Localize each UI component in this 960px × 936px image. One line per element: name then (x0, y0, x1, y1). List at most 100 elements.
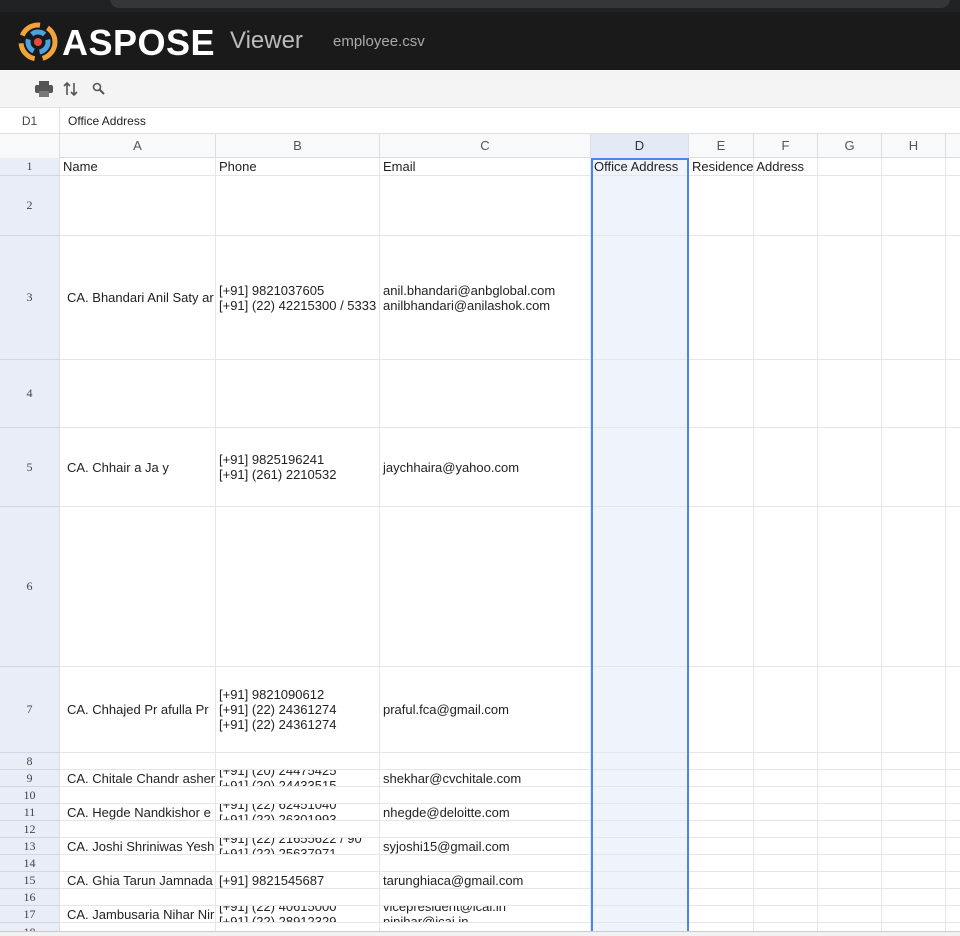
sort-icon[interactable] (60, 78, 82, 100)
cell-d3[interactable] (591, 236, 689, 360)
cell-b4[interactable] (216, 360, 380, 428)
cell-g7[interactable] (818, 667, 882, 753)
cell-b8[interactable] (216, 753, 380, 770)
cell-e11[interactable] (689, 804, 754, 821)
search-icon[interactable] (88, 78, 110, 100)
cell-b10[interactable] (216, 787, 380, 804)
cell-d1[interactable]: Office Address (591, 158, 689, 176)
cell-d15[interactable] (591, 872, 689, 889)
cell-g14[interactable] (818, 855, 882, 872)
column-header-f[interactable]: F (754, 134, 818, 158)
cell-f12[interactable] (754, 821, 818, 838)
cell-i8[interactable] (946, 753, 960, 770)
cell-g4[interactable] (818, 360, 882, 428)
cell-h1[interactable] (882, 158, 946, 176)
cell-d8[interactable] (591, 753, 689, 770)
cell-h15[interactable] (882, 872, 946, 889)
cell-g18[interactable] (818, 923, 882, 931)
row-header-15[interactable]: 15 (0, 872, 60, 889)
cell-f15[interactable] (754, 872, 818, 889)
cell-d9[interactable] (591, 770, 689, 787)
cell-d10[interactable] (591, 787, 689, 804)
cell-a9[interactable]: CA. Chitale Chandr asher (60, 770, 216, 787)
spreadsheet-grid[interactable]: A B C D E F G H 1 Name Phone Email Office Ad… (0, 134, 960, 931)
cell-f14[interactable] (754, 855, 818, 872)
column-header-g[interactable]: G (818, 134, 882, 158)
column-header-c[interactable]: C (380, 134, 591, 158)
cell-a7[interactable]: CA. Chhajed Pr afulla Pr (60, 667, 216, 753)
row-header-2[interactable]: 2 (0, 176, 60, 236)
cell-h6[interactable] (882, 507, 946, 667)
column-header-h[interactable]: H (882, 134, 946, 158)
cell-d17[interactable] (591, 906, 689, 923)
cell-f17[interactable] (754, 906, 818, 923)
row-header-3[interactable]: 3 (0, 236, 60, 360)
row-header-8[interactable]: 8 (0, 753, 60, 770)
cell-a18[interactable] (60, 923, 216, 931)
cell-b12[interactable] (216, 821, 380, 838)
cell-b15[interactable]: [+91] 9821545687 (216, 872, 380, 889)
cell-h14[interactable] (882, 855, 946, 872)
cell-d13[interactable] (591, 838, 689, 855)
cell-i2[interactable] (946, 176, 960, 236)
cell-e5[interactable] (689, 428, 754, 507)
cell-b3[interactable]: [+91] 9821037605 [+91] (22) 42215300 / 5… (216, 236, 380, 360)
cell-e14[interactable] (689, 855, 754, 872)
cell-f9[interactable] (754, 770, 818, 787)
cell-h5[interactable] (882, 428, 946, 507)
cell-c11[interactable]: nhegde@deloitte.com (380, 804, 591, 821)
row-header-1[interactable]: 1 (0, 158, 60, 176)
cell-f16[interactable] (754, 889, 818, 906)
cell-h17[interactable] (882, 906, 946, 923)
cell-a4[interactable] (60, 360, 216, 428)
cell-e9[interactable] (689, 770, 754, 787)
row-header-12[interactable]: 12 (0, 821, 60, 838)
cell-d4[interactable] (591, 360, 689, 428)
row-header-10[interactable]: 10 (0, 787, 60, 804)
cell-c9[interactable]: shekhar@cvchitale.com (380, 770, 591, 787)
cell-g12[interactable] (818, 821, 882, 838)
cell-i5[interactable] (946, 428, 960, 507)
cell-c5[interactable]: jaychhaira@yahoo.com (380, 428, 591, 507)
cell-e13[interactable] (689, 838, 754, 855)
cell-e7[interactable] (689, 667, 754, 753)
cell-i18[interactable] (946, 923, 960, 931)
select-all-corner[interactable] (0, 134, 60, 158)
cell-h2[interactable] (882, 176, 946, 236)
cell-c2[interactable] (380, 176, 591, 236)
cell-b13[interactable]: [+91] (22) 21655622 / 90 [+91] (22) 2563… (216, 838, 380, 855)
cell-i13[interactable] (946, 838, 960, 855)
row-header-9[interactable]: 9 (0, 770, 60, 787)
cell-d11[interactable] (591, 804, 689, 821)
cell-a8[interactable] (60, 753, 216, 770)
cell-i16[interactable] (946, 889, 960, 906)
cell-b9[interactable]: [+91] (20) 24475425 [+91] (20) 24433515 (216, 770, 380, 787)
cell-e10[interactable] (689, 787, 754, 804)
cell-f13[interactable] (754, 838, 818, 855)
cell-e18[interactable] (689, 923, 754, 931)
cell-a13[interactable]: CA. Joshi Shriniwas Yesh (60, 838, 216, 855)
column-header-a[interactable]: A (60, 134, 216, 158)
cell-i12[interactable] (946, 821, 960, 838)
cell-c13[interactable]: syjoshi15@gmail.com (380, 838, 591, 855)
cell-reference[interactable]: D1 (0, 108, 60, 134)
column-header-b[interactable]: B (216, 134, 380, 158)
cell-a11[interactable]: CA. Hegde Nandkishor e (60, 804, 216, 821)
cell-a10[interactable] (60, 787, 216, 804)
cell-f11[interactable] (754, 804, 818, 821)
cell-h10[interactable] (882, 787, 946, 804)
cell-c3[interactable]: anil.bhandari@anbglobal.com anilbhandari… (380, 236, 591, 360)
address-bar[interactable] (110, 0, 950, 8)
cell-h11[interactable] (882, 804, 946, 821)
row-header-4[interactable]: 4 (0, 360, 60, 428)
cell-b17[interactable]: [+91] (22) 40615000 [+91] (22) 28912329 (216, 906, 380, 923)
cell-f3[interactable] (754, 236, 818, 360)
row-header-6[interactable]: 6 (0, 507, 60, 667)
cell-b18[interactable] (216, 923, 380, 931)
cell-e2[interactable] (689, 176, 754, 236)
row-header-17[interactable]: 17 (0, 906, 60, 923)
cell-c1[interactable]: Email (380, 158, 591, 176)
cell-i9[interactable] (946, 770, 960, 787)
cell-d2[interactable] (591, 176, 689, 236)
cell-b11[interactable]: [+91] (22) 62451040 [+91] (22) 26301993 (216, 804, 380, 821)
